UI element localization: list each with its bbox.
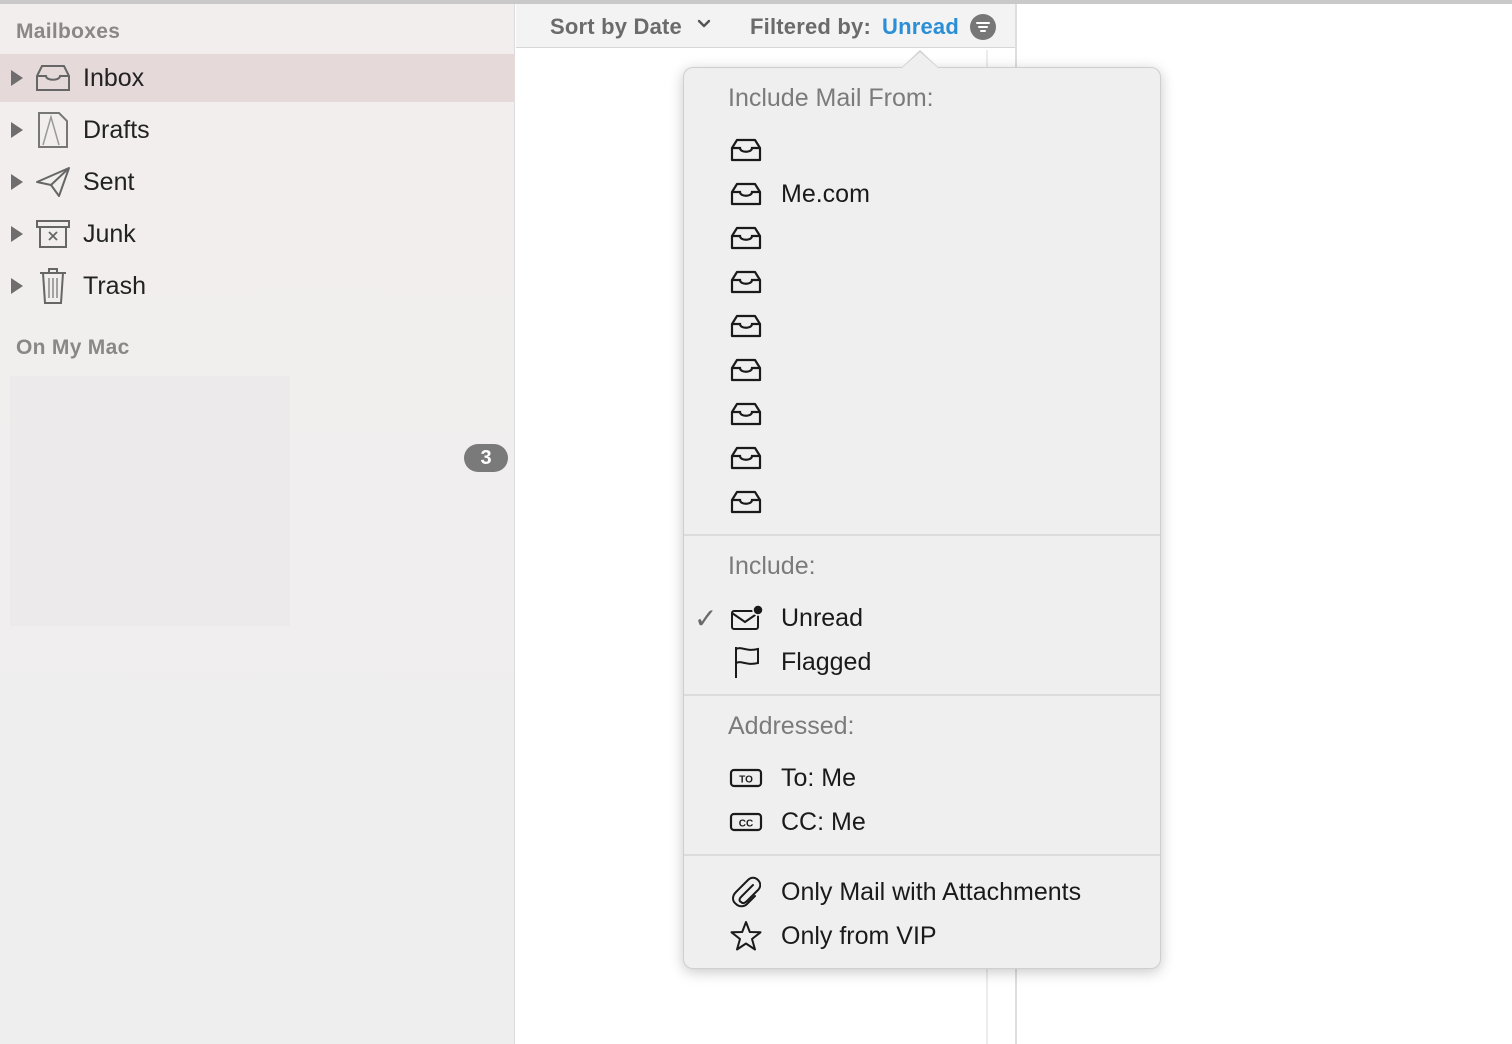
account-row[interactable] bbox=[684, 438, 1160, 478]
sidebar-item-label: Drafts bbox=[83, 115, 150, 144]
account-row[interactable] bbox=[684, 350, 1160, 390]
sent-icon bbox=[33, 162, 73, 202]
sort-by-date-button[interactable]: Sort by Date bbox=[550, 14, 682, 40]
filter-label: Filtered by: bbox=[750, 14, 871, 39]
account-row[interactable] bbox=[684, 218, 1160, 258]
other-option-label: Only Mail with Attachments bbox=[781, 877, 1082, 906]
inbox-icon bbox=[728, 440, 764, 476]
drafts-icon bbox=[33, 110, 73, 150]
inbox-icon bbox=[33, 58, 73, 98]
trash-icon bbox=[33, 266, 73, 306]
checkmark-icon: ✓ bbox=[694, 602, 718, 634]
account-label: Me.com bbox=[781, 179, 870, 208]
include-header: Include: bbox=[728, 552, 816, 580]
account-row[interactable] bbox=[684, 394, 1160, 434]
include-option-flagged[interactable]: Flagged bbox=[684, 642, 1160, 682]
account-row[interactable]: Me.com bbox=[684, 174, 1160, 214]
include-mail-from-header: Include Mail From: bbox=[728, 84, 934, 112]
inbox-icon bbox=[728, 396, 764, 432]
star-icon bbox=[728, 918, 764, 954]
junk-icon bbox=[33, 214, 73, 254]
account-row[interactable] bbox=[684, 262, 1160, 302]
inbox-icon bbox=[728, 308, 764, 344]
include-option-label: Flagged bbox=[781, 647, 872, 676]
include-option-label: Unread bbox=[781, 603, 863, 632]
include-option-unread[interactable]: ✓ Unread bbox=[684, 598, 1160, 638]
paperclip-icon bbox=[728, 874, 764, 910]
account-row[interactable] bbox=[684, 306, 1160, 346]
disclosure-triangle-icon[interactable] bbox=[11, 278, 23, 294]
only-from-vip-option[interactable]: Only from VIP bbox=[684, 916, 1160, 956]
sidebar-item-inbox[interactable]: Inbox bbox=[0, 54, 515, 102]
on-my-mac-section-header: On My Mac bbox=[16, 336, 130, 359]
cc-icon: CC bbox=[728, 804, 764, 840]
sidebar-item-label: Trash bbox=[83, 271, 146, 300]
filter-value-unread[interactable]: Unread bbox=[882, 14, 959, 40]
addressed-option-cc-me[interactable]: CC CC: Me bbox=[684, 802, 1160, 842]
to-icon-text: TO bbox=[739, 775, 753, 786]
sidebar-item-label: Inbox bbox=[83, 63, 145, 92]
disclosure-triangle-icon[interactable] bbox=[11, 70, 23, 86]
separator bbox=[684, 854, 1160, 856]
inbox-icon bbox=[728, 176, 764, 212]
sidebar-item-drafts[interactable]: Drafts bbox=[0, 106, 515, 154]
disclosure-triangle-icon[interactable] bbox=[11, 226, 23, 242]
addressed-option-label: To: Me bbox=[781, 763, 857, 792]
inbox-icon bbox=[728, 132, 764, 168]
sidebar-item-junk[interactable]: Junk bbox=[0, 210, 515, 258]
sidebar-item-label: Junk bbox=[83, 219, 136, 248]
account-row[interactable] bbox=[684, 482, 1160, 522]
flag-icon bbox=[728, 644, 764, 680]
filter-icon[interactable] bbox=[970, 14, 996, 40]
inbox-icon bbox=[728, 264, 764, 300]
to-icon: TO bbox=[728, 760, 764, 796]
disclosure-triangle-icon[interactable] bbox=[11, 174, 23, 190]
inbox-icon bbox=[728, 352, 764, 388]
on-my-mac-mailbox-area bbox=[10, 376, 290, 626]
unread-envelope-icon bbox=[728, 600, 764, 636]
addressed-option-to-me[interactable]: TO To: Me bbox=[684, 758, 1160, 798]
inbox-icon bbox=[728, 220, 764, 256]
sidebar-item-label: Sent bbox=[83, 167, 135, 196]
chevron-down-icon[interactable] bbox=[696, 16, 712, 37]
separator bbox=[684, 694, 1160, 696]
inbox-icon bbox=[728, 484, 764, 520]
other-option-label: Only from VIP bbox=[781, 921, 937, 950]
cc-icon-text: CC bbox=[739, 819, 753, 830]
unread-count-badge: 3 bbox=[464, 444, 508, 472]
message-list-toolbar: Sort by Date Filtered by: Unread bbox=[516, 4, 1015, 48]
addressed-option-label: CC: Me bbox=[781, 807, 866, 836]
mailboxes-section-header: Mailboxes bbox=[16, 20, 121, 43]
filter-popover: Include Mail From: Me.com Include: ✓ Unr… bbox=[683, 50, 1161, 969]
addressed-header: Addressed: bbox=[728, 712, 855, 740]
only-mail-with-attachments-option[interactable]: Only Mail with Attachments bbox=[684, 872, 1160, 912]
popover-arrow bbox=[902, 52, 938, 68]
mailbox-sidebar: Mailboxes Inbox Drafts Sent Junk Trash O… bbox=[0, 4, 515, 1044]
separator bbox=[684, 534, 1160, 536]
sidebar-item-trash[interactable]: Trash bbox=[0, 262, 515, 310]
account-row[interactable] bbox=[684, 130, 1160, 170]
sidebar-item-sent[interactable]: Sent bbox=[0, 158, 515, 206]
disclosure-triangle-icon[interactable] bbox=[11, 122, 23, 138]
